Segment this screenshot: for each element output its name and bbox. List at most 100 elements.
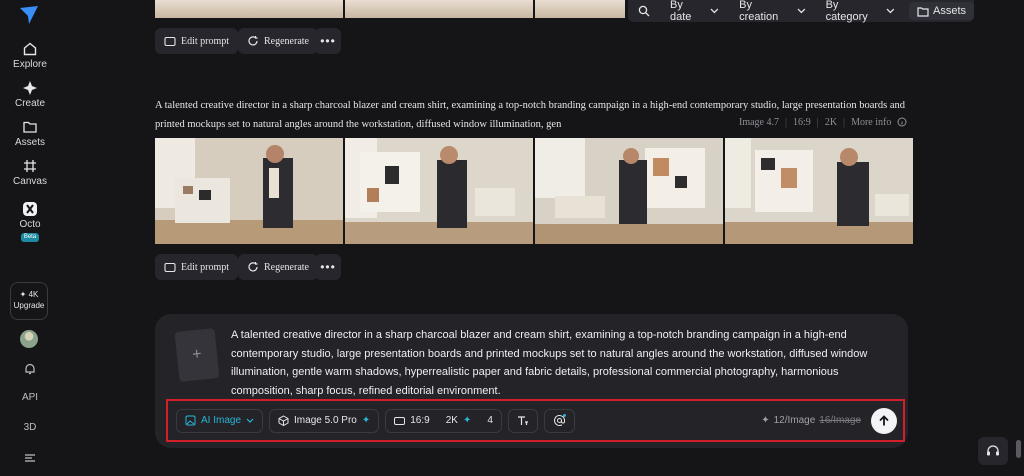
filter-label: By date (670, 0, 692, 23)
sidebar-item-create[interactable]: Create (0, 80, 60, 109)
sparkle-icon: ✦ (361, 415, 371, 426)
upgrade-label: Upgrade (13, 301, 45, 310)
add-reference-image-button[interactable]: + (174, 328, 220, 382)
canvas-icon (24, 160, 36, 172)
menu-button[interactable] (0, 452, 60, 467)
prompt-input[interactable]: A talented creative director in a sharp … (231, 326, 897, 400)
filter-by-category[interactable]: By category (816, 0, 905, 23)
chevron-down-icon (797, 8, 806, 14)
search-button[interactable] (628, 0, 660, 22)
image-icon (185, 415, 196, 426)
edit-icon (164, 36, 176, 46)
support-button[interactable] (978, 437, 1008, 465)
sidebar-item-canvas[interactable]: Canvas (0, 158, 60, 187)
ratio-label: 16:9 (793, 116, 811, 128)
arrow-up-icon (879, 414, 889, 425)
notifications-button[interactable] (0, 362, 60, 379)
ratio-icon (394, 416, 406, 425)
model-select[interactable]: Image 5.0 Pro ✦ (269, 408, 380, 433)
generated-image-1[interactable] (155, 138, 343, 244)
more-icon: ••• (320, 260, 336, 274)
credits-label: 12/Image (773, 415, 816, 426)
more-icon: ••• (320, 34, 336, 48)
sidebar-item-label: Canvas (13, 176, 47, 187)
regenerate-label: Regenerate (264, 35, 309, 47)
menu-icon (25, 454, 35, 462)
sidebar-item-label: Create (14, 98, 45, 109)
generated-image-3[interactable] (535, 138, 723, 244)
beta-badge: Beta (20, 233, 40, 242)
edit-prompt-button[interactable]: Edit prompt (155, 28, 239, 54)
mode-label: AI Image (201, 415, 242, 426)
regenerate-button[interactable]: Regenerate (238, 254, 318, 280)
api-link[interactable]: API (0, 392, 60, 403)
send-button[interactable] (871, 407, 897, 434)
generated-image-2[interactable] (345, 138, 533, 244)
ratio-label: 16:9 (410, 415, 430, 426)
headset-icon (987, 445, 999, 456)
filter-label: By creation (739, 0, 779, 23)
upgrade-title: ✦ 4K (19, 290, 39, 299)
image-content (345, 138, 533, 244)
credits-info: ✦ 12/Image 16/Image (761, 415, 861, 426)
at-icon (553, 414, 566, 426)
sparkle-icon (23, 81, 37, 95)
folder-icon (23, 121, 37, 133)
upgrade-button[interactable]: ✦ 4K Upgrade (10, 282, 48, 320)
settings-select[interactable]: 16:9 2K ✦ 4 (385, 408, 502, 433)
generation-meta: Image 4.7 | 16:9 | 2K | More info (733, 114, 908, 130)
filter-by-date[interactable]: By date (660, 0, 729, 23)
more-options-button[interactable]: ••• (315, 28, 341, 54)
sparkle-icon: ✦ (761, 415, 770, 426)
sidebar: Explore Create Assets Canvas Octo Beta ✦… (0, 0, 60, 476)
mention-button[interactable] (543, 408, 575, 433)
sparkle-icon: ✦ (462, 415, 472, 426)
chevron-down-icon (710, 8, 719, 14)
info-icon[interactable] (897, 117, 907, 127)
more-info-link[interactable]: More info (851, 117, 891, 128)
filter-label: By category (825, 0, 868, 23)
refresh-icon (248, 36, 258, 46)
model-label: Image 5.0 Pro (294, 415, 357, 426)
edit-prompt-label: Edit prompt (181, 35, 230, 47)
text-icon (517, 416, 528, 425)
composer-toolbar: AI Image Image 5.0 Pro ✦ 16:9 2K ✦ 4 ✦ 1… (166, 399, 905, 442)
sidebar-item-octo[interactable]: Octo Beta (0, 201, 60, 242)
filter-bar: By date By creation By category Assets (628, 0, 974, 23)
sidebar-item-label: Assets (14, 137, 45, 148)
scrollbar-thumb[interactable] (1016, 440, 1021, 458)
generated-image-4[interactable] (725, 138, 913, 244)
app-logo-icon[interactable] (18, 4, 40, 26)
text-style-button[interactable] (507, 408, 538, 433)
resolution-label: 2K (824, 116, 838, 128)
cube-icon (278, 415, 289, 426)
count-label: 4 (487, 415, 493, 426)
edit-prompt-button[interactable]: Edit prompt (155, 254, 239, 280)
sidebar-item-label: Octo (19, 219, 41, 230)
previous-image-3[interactable] (535, 0, 625, 18)
assets-button[interactable]: Assets (908, 2, 974, 20)
assets-label: Assets (932, 5, 966, 17)
previous-image-2[interactable] (345, 0, 533, 18)
sidebar-item-label: Explore (13, 59, 47, 70)
chevron-down-icon (246, 418, 254, 423)
image-content (155, 138, 343, 244)
chevron-down-icon (886, 8, 895, 14)
refresh-icon (248, 262, 258, 272)
edit-prompt-label: Edit prompt (181, 261, 230, 273)
previous-image-1[interactable] (155, 0, 343, 18)
image-content (725, 138, 913, 244)
bell-icon (25, 363, 35, 375)
regenerate-label: Regenerate (264, 261, 309, 273)
octo-icon (23, 202, 37, 216)
3d-link[interactable]: 3D (0, 422, 60, 433)
sidebar-item-assets[interactable]: Assets (0, 119, 60, 148)
more-options-button[interactable]: ••• (315, 254, 341, 280)
sidebar-item-explore[interactable]: Explore (0, 41, 60, 70)
home-icon (23, 42, 37, 56)
model-label: Image 4.7 (739, 116, 779, 128)
regenerate-button[interactable]: Regenerate (238, 28, 318, 54)
filter-by-creation[interactable]: By creation (729, 0, 815, 23)
avatar[interactable] (20, 330, 38, 348)
mode-select[interactable]: AI Image (176, 408, 264, 433)
